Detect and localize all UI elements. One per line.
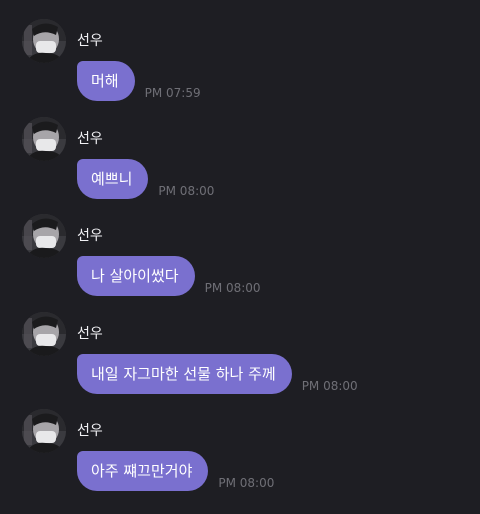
message-bubble[interactable]: 나 살아이썼다	[77, 256, 195, 296]
profile-photo-avatar-icon	[22, 409, 66, 453]
sender-name: 선우	[77, 33, 103, 49]
sender-name: 선우	[77, 228, 103, 244]
message-bubble[interactable]: 내일 자그마한 선물 하나 주께	[77, 354, 292, 394]
profile-photo-avatar-icon	[22, 214, 66, 258]
bubble-row: 내일 자그마한 선물 하나 주께 PM 08:00	[77, 354, 358, 394]
message-bubble[interactable]: 예쁘니	[77, 159, 149, 199]
message-timestamp: PM 08:00	[218, 476, 275, 490]
message-timestamp: PM 08:00	[158, 184, 215, 198]
sender-name: 선우	[77, 423, 103, 439]
profile-photo-avatar-icon	[22, 117, 66, 161]
message-timestamp: PM 08:00	[301, 379, 358, 393]
bubble-row: 아주 쨰끄만거야 PM 08:00	[77, 451, 274, 491]
message-group: 선우 아주 쨰끄만거야 PM 08:00	[0, 409, 480, 505]
avatar[interactable]	[22, 312, 66, 356]
message-group: 선우 예쁘니 PM 08:00	[0, 117, 480, 213]
avatar[interactable]	[22, 409, 66, 453]
message-group: 선우 나 살아이썼다 PM 08:00	[0, 214, 480, 310]
message-bubble[interactable]: 아주 쨰끄만거야	[77, 451, 209, 491]
avatar[interactable]	[22, 19, 66, 63]
avatar[interactable]	[22, 117, 66, 161]
sender-name: 선우	[77, 326, 103, 342]
bubble-row: 예쁘니 PM 08:00	[77, 159, 214, 199]
message-group: 선우 머해 PM 07:59	[0, 19, 480, 115]
profile-photo-avatar-icon	[22, 19, 66, 63]
message-timestamp: PM 07:59	[144, 86, 201, 100]
bubble-row: 나 살아이썼다 PM 08:00	[77, 256, 261, 296]
sender-name: 선우	[77, 131, 103, 147]
message-bubble[interactable]: 머해	[77, 61, 135, 101]
avatar[interactable]	[22, 214, 66, 258]
bubble-row: 머해 PM 07:59	[77, 61, 201, 101]
message-timestamp: PM 08:00	[204, 281, 261, 295]
chat-conversation: 선우 머해 PM 07:59 선우 예쁘니 PM 08:00 선우 나 살아이썼…	[0, 0, 480, 514]
profile-photo-avatar-icon	[22, 312, 66, 356]
message-group: 선우 내일 자그마한 선물 하나 주께 PM 08:00	[0, 312, 480, 408]
